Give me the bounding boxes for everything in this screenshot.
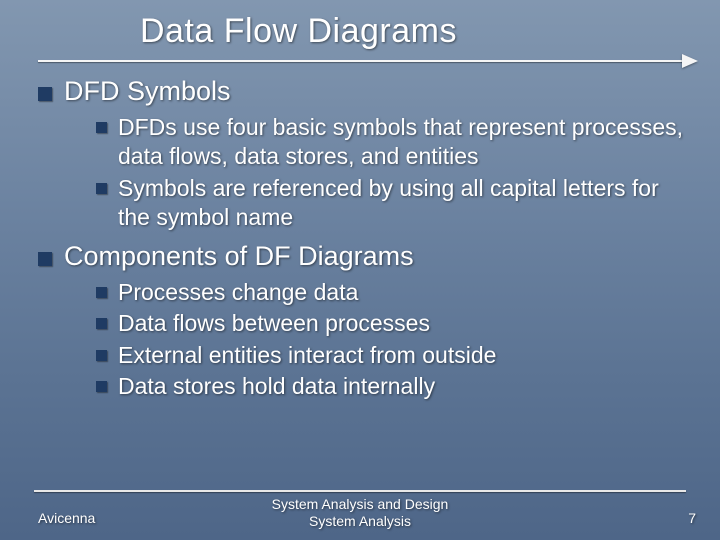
list-item-text: Data stores hold data internally [118, 372, 435, 401]
section-items: Processes change data Data flows between… [96, 278, 690, 402]
section-heading: DFD Symbols [38, 76, 690, 107]
list-item-text: DFDs use four basic symbols that represe… [118, 113, 690, 172]
footer-course-line2: System Analysis [309, 513, 411, 529]
list-item: External entities interact from outside [96, 341, 690, 370]
list-item-text: External entities interact from outside [118, 341, 496, 370]
footer-page-number: 7 [688, 510, 696, 526]
square-bullet-icon [38, 252, 52, 266]
square-bullet-icon [96, 183, 107, 194]
list-item: Data flows between processes [96, 309, 690, 338]
list-item: DFDs use four basic symbols that represe… [96, 113, 690, 172]
arrow-head-icon [682, 54, 698, 68]
square-bullet-icon [96, 122, 107, 133]
square-bullet-icon [96, 350, 107, 361]
footer: Avicenna System Analysis and Design Syst… [0, 492, 720, 532]
list-item: Symbols are referenced by using all capi… [96, 174, 690, 233]
square-bullet-icon [96, 287, 107, 298]
list-item: Processes change data [96, 278, 690, 307]
section-items: DFDs use four basic symbols that represe… [96, 113, 690, 233]
footer-center: System Analysis and Design System Analys… [0, 496, 720, 530]
footer-course-line1: System Analysis and Design [272, 496, 449, 512]
content-area: DFD Symbols DFDs use four basic symbols … [38, 72, 690, 410]
square-bullet-icon [96, 318, 107, 329]
slide-title: Data Flow Diagrams [140, 12, 680, 57]
list-item-text: Symbols are referenced by using all capi… [118, 174, 690, 233]
list-item-text: Processes change data [118, 278, 358, 307]
arrow-divider [38, 56, 698, 66]
title-row: Data Flow Diagrams [0, 0, 720, 57]
section-heading: Components of DF Diagrams [38, 241, 690, 272]
list-item-text: Data flows between processes [118, 309, 430, 338]
section-heading-text: Components of DF Diagrams [64, 241, 414, 271]
square-bullet-icon [38, 87, 52, 101]
slide: Data Flow Diagrams DFD Symbols DFDs use … [0, 0, 720, 540]
list-item: Data stores hold data internally [96, 372, 690, 401]
square-bullet-icon [96, 381, 107, 392]
section-heading-text: DFD Symbols [64, 76, 231, 106]
arrow-shaft [38, 60, 684, 62]
